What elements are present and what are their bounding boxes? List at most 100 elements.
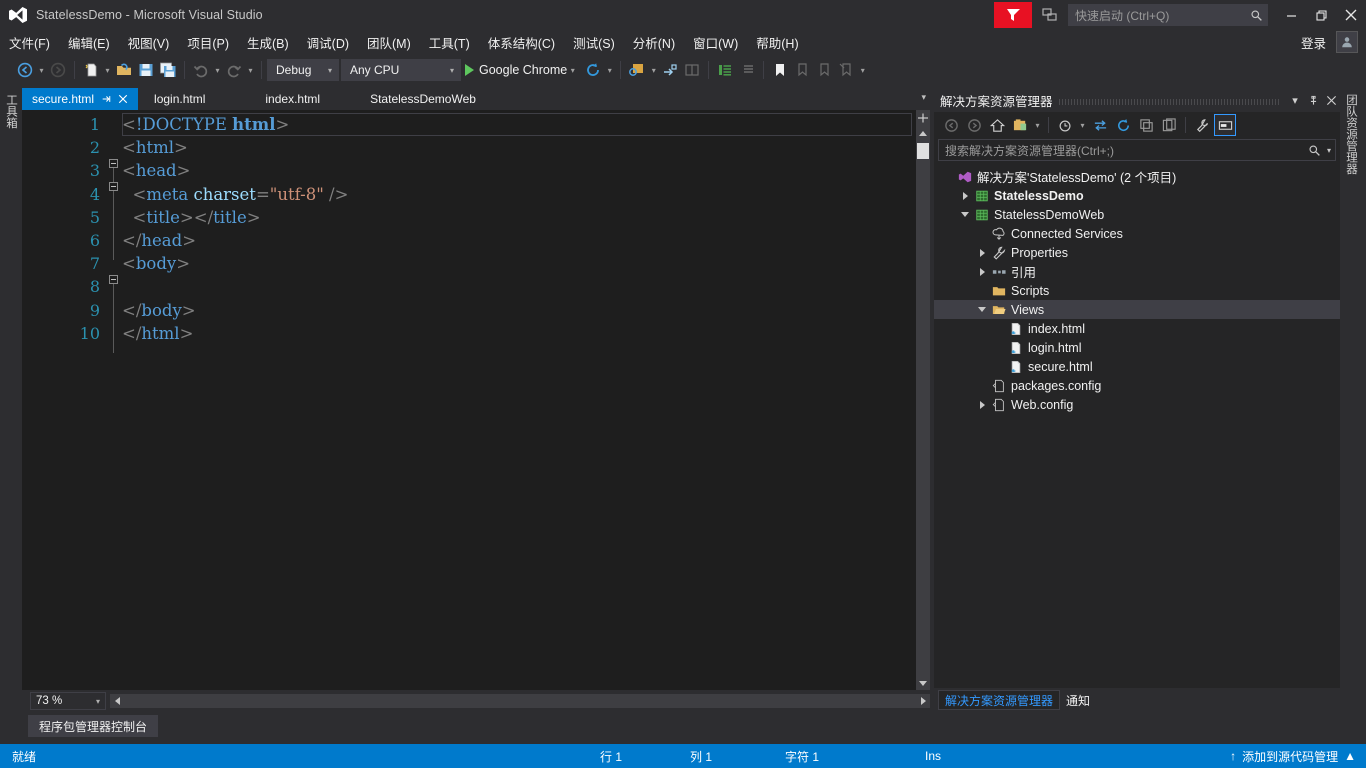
code-line[interactable]: 7 <body> [22, 252, 916, 293]
close-icon[interactable] [1322, 90, 1340, 110]
menu-file[interactable]: 文件(F) [0, 30, 59, 55]
undo-caret-icon[interactable]: ▾ [212, 59, 223, 81]
tree-item[interactable]: Views [934, 300, 1340, 319]
tab-login-html[interactable]: login.html [144, 88, 216, 110]
quick-launch-input[interactable]: 快速启动 (Ctrl+Q) [1068, 4, 1268, 26]
collapse-all-icon[interactable] [1135, 114, 1157, 136]
feedback-flag-icon[interactable] [994, 2, 1032, 28]
new-project-icon[interactable] [80, 59, 102, 81]
bookmark-icon[interactable] [769, 59, 791, 81]
menu-debug[interactable]: 调试(D) [298, 30, 358, 55]
chevron-down-icon[interactable] [974, 307, 990, 312]
collapse-box[interactable] [109, 182, 118, 192]
code-editor[interactable]: 1 <!DOCTYPE html> 2 <html> 3 <head> 4 <meta ch… [22, 110, 916, 690]
code-line[interactable]: 6 </head> [22, 229, 916, 260]
menu-build[interactable]: 生成(B) [238, 30, 298, 55]
window-layout-icon[interactable] [681, 59, 703, 81]
back-icon[interactable] [940, 114, 962, 136]
tree-item[interactable]: Connected Services [934, 224, 1340, 243]
refresh-icon[interactable] [1112, 114, 1134, 136]
maximize-button[interactable] [1306, 2, 1336, 28]
menu-help[interactable]: 帮助(H) [747, 30, 807, 55]
menu-edit[interactable]: 编辑(E) [59, 30, 119, 55]
forward-icon[interactable] [963, 114, 985, 136]
uncomment-icon[interactable] [736, 59, 758, 81]
menu-view[interactable]: 视图(V) [119, 30, 179, 55]
tab-secure-html[interactable]: secure.html [22, 88, 139, 110]
menu-project[interactable]: 项目(P) [178, 30, 238, 55]
redo-icon[interactable] [223, 59, 245, 81]
tab-index-html[interactable]: index.html [255, 88, 331, 110]
solution-platform-combo[interactable]: Any CPU ▾ [341, 59, 461, 81]
tree-item[interactable]: index.html [934, 319, 1340, 338]
previous-bookmark-icon[interactable] [791, 59, 813, 81]
tree-item[interactable]: StatelessDemo [934, 186, 1340, 205]
code-line[interactable]: 3 <head> [22, 159, 916, 200]
code-line[interactable]: 2 <html> [22, 136, 916, 177]
menu-team[interactable]: 团队(M) [358, 30, 420, 55]
tree-item[interactable]: Properties [934, 243, 1340, 262]
pin-icon[interactable] [1304, 90, 1322, 110]
search-options-caret-icon[interactable]: ▾ [1323, 146, 1335, 155]
menu-window[interactable]: 窗口(W) [684, 30, 747, 55]
scroll-down-button[interactable] [916, 676, 930, 690]
save-icon[interactable] [135, 59, 157, 81]
tree-item[interactable]: StatelessDemoWeb [934, 205, 1340, 224]
team-explorer-tab[interactable]: 团队资源管理器 [1340, 88, 1362, 181]
redo-caret-icon[interactable]: ▾ [245, 59, 256, 81]
menu-tools[interactable]: 工具(T) [420, 30, 479, 55]
tree-item[interactable]: login.html [934, 338, 1340, 357]
tree-item[interactable]: 引用 [934, 262, 1340, 281]
send-feedback-icon[interactable] [1038, 4, 1062, 26]
undo-icon[interactable] [190, 59, 212, 81]
properties-icon[interactable] [1191, 114, 1213, 136]
tab-statelessdemoweb[interactable]: StatelessDemoWeb [360, 88, 486, 110]
menu-test[interactable]: 测试(S) [564, 30, 624, 55]
scroll-right-button[interactable] [916, 694, 930, 708]
home-icon[interactable] [986, 114, 1008, 136]
collapse-box[interactable] [109, 275, 118, 285]
solution-explorer-search-input[interactable]: 搜索解决方案资源管理器(Ctrl+;) ▾ [938, 139, 1336, 161]
close-icon[interactable] [118, 94, 128, 104]
code-line[interactable]: 4 <meta charset="utf-8" /> [22, 183, 916, 223]
sync-icon[interactable] [1089, 114, 1111, 136]
chevron-right-icon[interactable] [974, 248, 990, 257]
pending-changes-caret-icon[interactable]: ▾ [1077, 114, 1088, 136]
drag-handle[interactable] [1058, 95, 1280, 105]
preview-selected-items-icon[interactable] [1214, 114, 1236, 136]
new-project-caret-icon[interactable]: ▾ [102, 59, 113, 81]
menu-analyze[interactable]: 分析(N) [624, 30, 684, 55]
code-line[interactable]: 9 </body> [22, 299, 916, 339]
attach-to-process-icon[interactable] [626, 59, 648, 81]
editor-horizontal-scrollbar[interactable] [110, 694, 930, 708]
tree-item[interactable]: 解决方案'StatelessDemo' (2 个项目) [934, 167, 1340, 186]
refresh-browser-icon[interactable] [582, 59, 604, 81]
open-file-icon[interactable] [113, 59, 135, 81]
code-line[interactable]: 5 <title></title> [22, 206, 916, 246]
pin-icon[interactable] [101, 94, 111, 104]
chevron-down-icon[interactable]: ▾ [1286, 90, 1304, 110]
code-line[interactable]: 1 <!DOCTYPE html> [22, 113, 916, 136]
next-bookmark-icon[interactable] [813, 59, 835, 81]
toolbox-tab[interactable]: 工具箱 [0, 88, 22, 135]
collapse-box[interactable] [109, 159, 118, 169]
close-button[interactable] [1336, 2, 1366, 28]
toolbar-overflow-icon[interactable]: ▾ [857, 59, 868, 81]
solution-tree[interactable]: 解决方案'StatelessDemo' (2 个项目) StatelessDemo… [934, 164, 1340, 414]
chevron-down-icon[interactable] [957, 212, 973, 217]
tab-notifications[interactable]: 通知 [1060, 690, 1096, 710]
show-all-files-icon[interactable] [1009, 114, 1031, 136]
pending-changes-icon[interactable] [1054, 114, 1076, 136]
chevron-down-icon[interactable]: ▾ [921, 92, 926, 103]
scroll-up-button[interactable] [916, 126, 930, 140]
navigate-back-caret-icon[interactable]: ▾ [36, 59, 47, 81]
user-avatar-icon[interactable] [1336, 31, 1358, 53]
scroll-left-button[interactable] [110, 694, 124, 708]
tree-item[interactable]: packages.config [934, 376, 1340, 395]
chevron-right-icon[interactable] [974, 267, 990, 276]
start-debugging-button[interactable]: Google Chrome ▾ [463, 59, 582, 81]
minimize-button[interactable] [1276, 2, 1306, 28]
chevron-down-icon[interactable]: ▾ [567, 59, 578, 81]
code-line[interactable]: 8 [22, 275, 916, 316]
code-line[interactable]: 10 </html> [22, 322, 916, 353]
